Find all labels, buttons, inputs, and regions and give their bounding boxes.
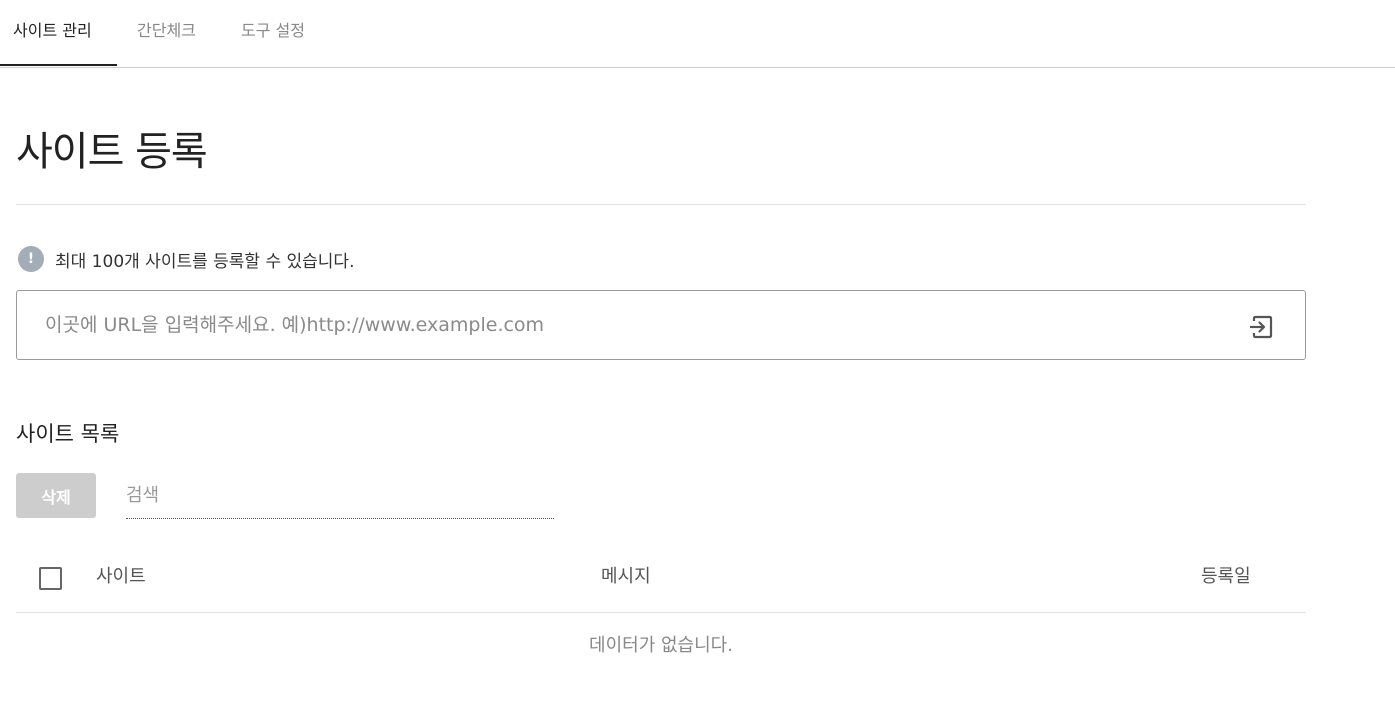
exclamation-icon: !: [18, 246, 44, 272]
active-tab-indicator: [0, 64, 117, 66]
divider: [16, 204, 1306, 205]
notice: ! 최대 100개 사이트를 등록할 수 있습니다.: [18, 246, 354, 272]
search-input[interactable]: [126, 476, 554, 514]
column-header-message[interactable]: 메시지: [601, 564, 651, 590]
tab-bar: 사이트 관리 간단체크 도구 설정: [0, 0, 1395, 68]
tab-site-management[interactable]: 사이트 관리: [13, 0, 92, 67]
column-header-date[interactable]: 등록일: [1201, 564, 1251, 590]
search-field: [126, 476, 554, 519]
enter-icon[interactable]: [1248, 314, 1274, 340]
column-header-site[interactable]: 사이트: [96, 564, 146, 590]
tab-quick-check[interactable]: 간단체크: [137, 0, 196, 67]
site-list-title: 사이트 목록: [16, 422, 120, 446]
tab-tool-settings[interactable]: 도구 설정: [241, 0, 305, 67]
select-all-checkbox[interactable]: [39, 567, 62, 590]
notice-text: 최대 100개 사이트를 등록할 수 있습니다.: [55, 251, 355, 272]
page-title: 사이트 등록: [16, 129, 208, 175]
table-header: 사이트 메시지 등록일: [16, 545, 1306, 613]
delete-button[interactable]: 삭제: [16, 473, 96, 518]
url-input[interactable]: [45, 309, 1225, 341]
url-input-box: [16, 290, 1306, 360]
empty-state-message: 데이터가 없습니다.: [589, 635, 733, 656]
